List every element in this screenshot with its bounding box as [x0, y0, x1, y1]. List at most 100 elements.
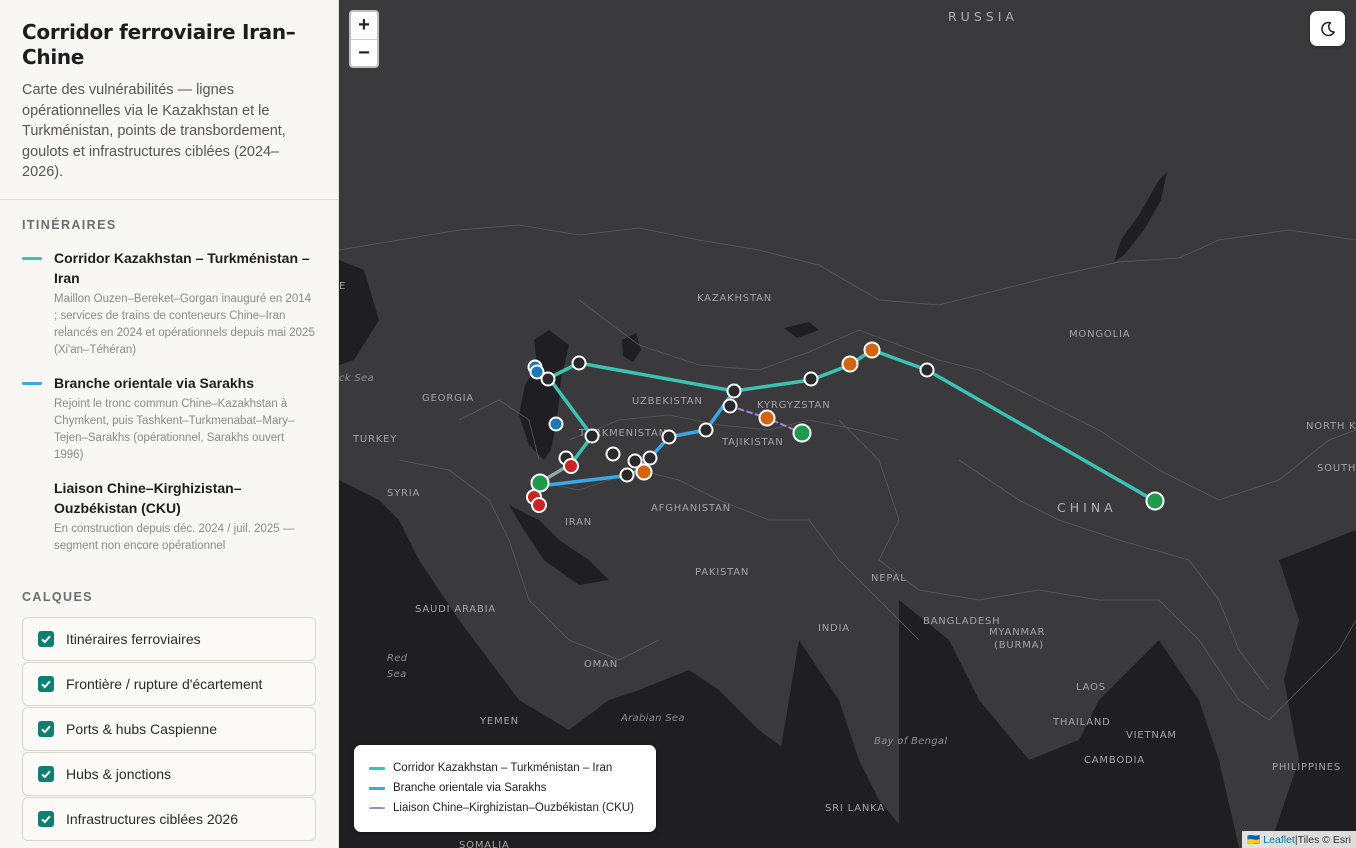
marker-border[interactable]: [841, 355, 859, 373]
layer-checkbox[interactable]: [38, 630, 54, 647]
marker-hub[interactable]: [698, 422, 714, 438]
marker-border[interactable]: [863, 341, 881, 359]
marker-hub[interactable]: [642, 450, 658, 466]
label-nepal: NEPAL: [871, 573, 907, 584]
marker-hub[interactable]: [571, 355, 587, 371]
leaflet-link[interactable]: Leaflet: [1263, 834, 1295, 846]
check-icon: [41, 815, 51, 823]
marker-hub[interactable]: [605, 446, 621, 462]
legend-swatch: [369, 807, 385, 809]
marker-terminus[interactable]: [530, 473, 550, 493]
route-swatch: [22, 381, 42, 385]
label-tajikistan: TAJIKISTAN: [721, 437, 784, 448]
check-icon: [41, 680, 51, 688]
layers-list: Itinéraires ferroviaires Frontière / rup…: [0, 604, 338, 841]
label-pakistan: PAKISTAN: [695, 567, 749, 578]
legend-label: Corridor Kazakhstan – Turkménistan – Ira…: [393, 762, 613, 774]
page-subtitle: Carte des vulnérabilités — lignes opérat…: [22, 82, 286, 180]
check-icon: [41, 725, 51, 733]
marker-hub[interactable]: [584, 428, 600, 444]
zoom-control: + −: [349, 10, 379, 68]
marker-terminus[interactable]: [1145, 491, 1165, 511]
map-view[interactable]: RUSSIA KAZAKHSTAN MONGOLIA CHINA UZBEKIS…: [339, 0, 1356, 848]
label-thailand: THAILAND: [1052, 717, 1111, 728]
marker-border[interactable]: [758, 409, 776, 427]
moon-icon: [1320, 21, 1335, 36]
marker-hub[interactable]: [803, 371, 819, 387]
label-north-korea: NORTH K: [1306, 421, 1356, 432]
marker-hub[interactable]: [661, 429, 677, 445]
layer-checkbox[interactable]: [38, 810, 54, 827]
label-yemen: YEMEN: [479, 716, 519, 727]
layer-toggle-routes[interactable]: Itinéraires ferroviaires: [22, 616, 316, 661]
check-icon: [41, 635, 51, 643]
sidebar: Corridor ferroviaire Iran–Chine Carte de…: [0, 0, 339, 848]
theme-toggle-button[interactable]: [1310, 11, 1345, 46]
layer-toggle-hubs[interactable]: Hubs & jonctions: [22, 751, 316, 796]
label-china: CHINA: [1057, 500, 1117, 515]
label-philippines: PHILIPPINES: [1272, 762, 1341, 773]
label-fragment: E: [339, 281, 346, 292]
layers-section-title: CALQUES: [22, 589, 93, 604]
label-saudi-arabia: SAUDI ARABIA: [415, 604, 496, 615]
label-bangladesh: BANGLADESH: [923, 616, 1000, 627]
label-myanmar: MYANMAR: [989, 627, 1045, 638]
marker-border[interactable]: [635, 463, 653, 481]
label-iran: IRAN: [565, 517, 592, 528]
route-desc: Rejoint le tronc commun Chine–Kazakhstan…: [54, 397, 295, 461]
route-name: Liaison Chine–Kirghizistan–Ouzbékistan (…: [54, 479, 242, 516]
marker-port[interactable]: [529, 364, 545, 380]
marker-terminus[interactable]: [792, 423, 812, 443]
layer-toggle-ports[interactable]: Ports & hubs Caspienne: [22, 706, 316, 751]
label-vietnam: VIETNAM: [1126, 730, 1177, 741]
layer-checkbox[interactable]: [38, 675, 54, 692]
layer-toggle-border[interactable]: Frontière / rupture d'écartement: [22, 661, 316, 706]
legend-label: Liaison Chine–Kirghizistan–Ouzbékistan (…: [393, 802, 634, 814]
route-desc: En construction depuis déc. 2024 / juil.…: [54, 522, 295, 552]
legend-swatch: [369, 766, 385, 770]
map-canvas[interactable]: RUSSIA KAZAKHSTAN MONGOLIA CHINA UZBEKIS…: [339, 0, 1356, 848]
marker-hub[interactable]: [722, 398, 738, 414]
label-arabian-sea: Arabian Sea: [620, 713, 685, 724]
label-burma: (BURMA): [994, 640, 1044, 651]
route-item-cku[interactable]: Liaison Chine–Kirghizistan–Ouzbékistan (…: [22, 478, 316, 555]
routes-list: Corridor Kazakhstan – Turkménistan – Ira…: [0, 232, 338, 555]
legend-item: Corridor Kazakhstan – Turkménistan – Ira…: [369, 758, 641, 778]
legend-item: Liaison Chine–Kirghizistan–Ouzbékistan (…: [369, 798, 641, 818]
legend-item: Branche orientale via Sarakhs: [369, 778, 641, 798]
label-laos: LAOS: [1076, 682, 1106, 693]
routes-section-title: ITINÉRAIRES: [22, 217, 117, 232]
layer-checkbox[interactable]: [38, 765, 54, 782]
label-oman: OMAN: [584, 659, 618, 670]
route-item-sarakhs[interactable]: Branche orientale via Sarakhs Rejoint le…: [22, 373, 316, 464]
marker-port[interactable]: [548, 416, 564, 432]
layer-label: Itinéraires ferroviaires: [66, 630, 201, 647]
layer-checkbox[interactable]: [38, 720, 54, 737]
label-south-korea: SOUTH: [1317, 463, 1356, 474]
layer-toggle-targets[interactable]: Infrastructures ciblées 2026: [22, 796, 316, 841]
marker-hub[interactable]: [619, 467, 635, 483]
legend-label: Branche orientale via Sarakhs: [393, 782, 547, 794]
label-georgia: GEORGIA: [422, 393, 474, 404]
label-mongolia: MONGOLIA: [1069, 329, 1130, 340]
layer-label: Ports & hubs Caspienne: [66, 720, 217, 737]
route-swatch: [22, 487, 42, 490]
legend-swatch: [369, 786, 385, 790]
marker-hub[interactable]: [919, 362, 935, 378]
marker-hub[interactable]: [726, 383, 742, 399]
label-sri-lanka: SRI LANKA: [825, 803, 885, 814]
label-uzbekistan: UZBEKISTAN: [632, 396, 703, 407]
zoom-in-button[interactable]: +: [351, 12, 377, 39]
app-root: Corridor ferroviaire Iran–Chine Carte de…: [0, 0, 1356, 848]
marker-target[interactable]: [563, 458, 579, 474]
label-russia: RUSSIA: [948, 9, 1018, 24]
route-name: Branche orientale via Sarakhs: [54, 374, 254, 391]
marker-target[interactable]: [531, 497, 547, 513]
label-kazakhstan: KAZAKHSTAN: [697, 293, 772, 304]
route-item-kazakhstan-turkmenistan[interactable]: Corridor Kazakhstan – Turkménistan – Ira…: [22, 248, 316, 359]
map-attribution: 🇺🇦 Leaflet | Tiles © Esri: [1242, 831, 1356, 848]
label-turkey: TURKEY: [352, 434, 397, 445]
route-name: Corridor Kazakhstan – Turkménistan – Ira…: [54, 249, 310, 286]
page-title: Corridor ferroviaire Iran–Chine: [22, 20, 296, 69]
zoom-out-button[interactable]: −: [351, 39, 377, 66]
